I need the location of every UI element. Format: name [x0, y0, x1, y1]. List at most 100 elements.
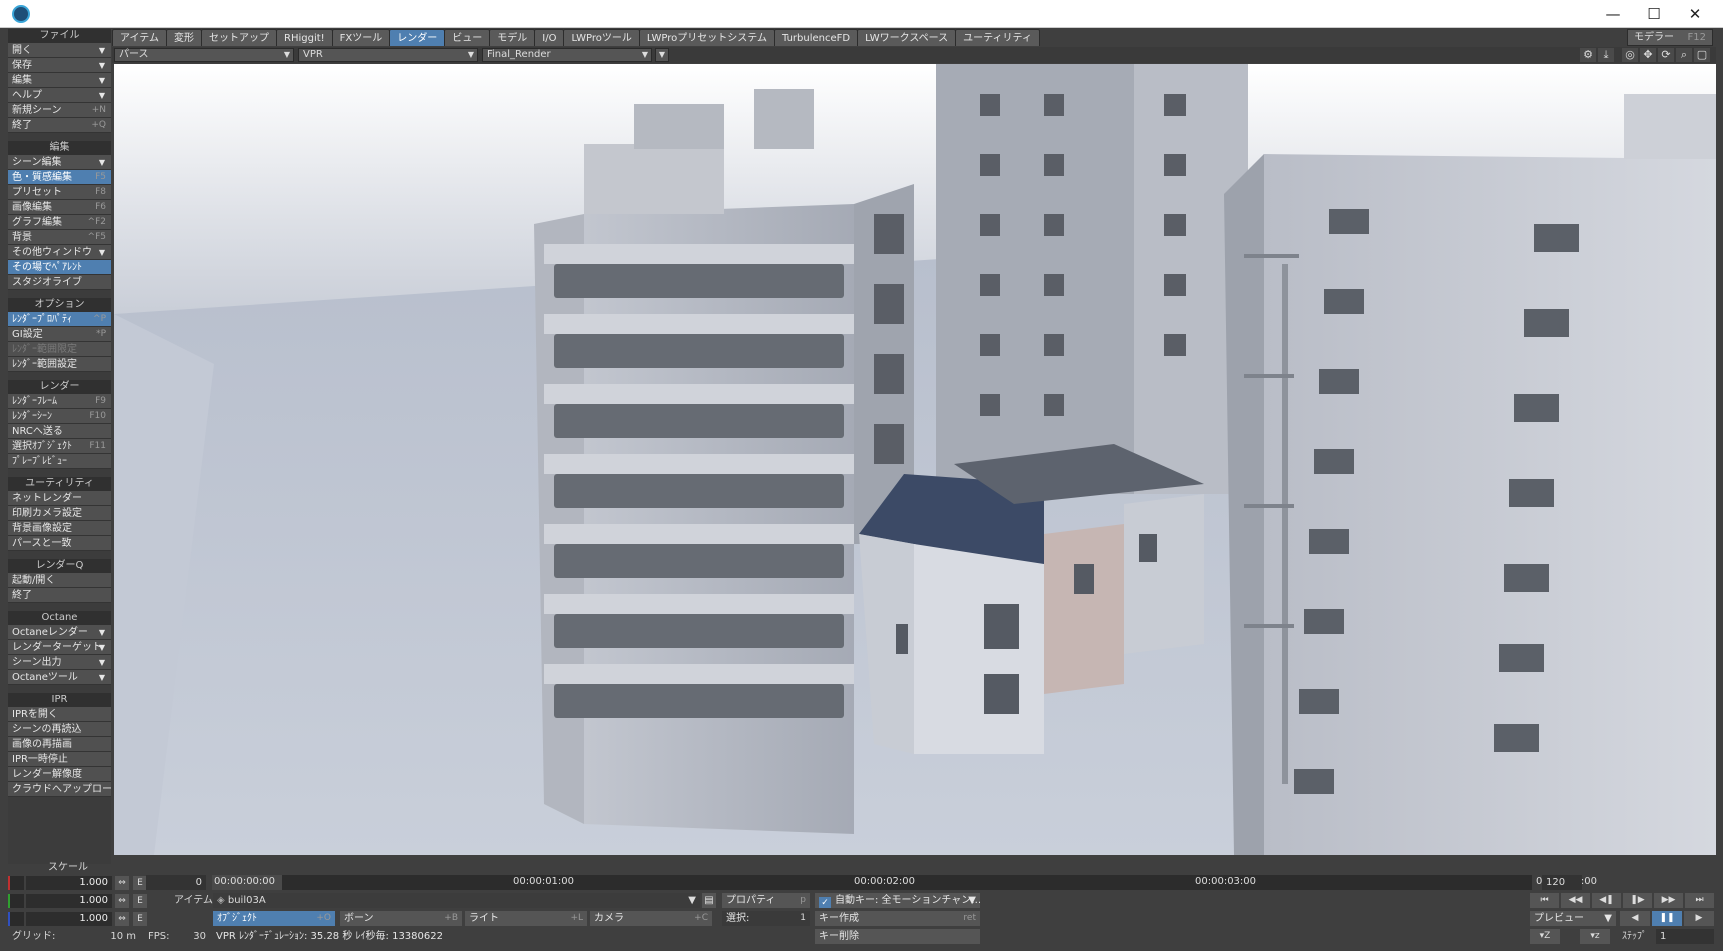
sidebar-item[interactable]: 起動/開く	[8, 573, 111, 588]
sidebar-item[interactable]: 背景 ^F5	[8, 230, 111, 245]
sidebar-item[interactable]: Octaneツール ▼	[8, 670, 111, 685]
rotate-view-icon[interactable]: ⟳	[1658, 48, 1674, 62]
save-icon[interactable]: ⤓	[1598, 48, 1614, 62]
camera-select[interactable]: Final_Render ▼	[482, 48, 652, 62]
sidebar-item[interactable]: シーンの再読込	[8, 722, 111, 737]
sidebar-item[interactable]: ﾚﾝﾀﾞｰ範囲設定	[8, 357, 111, 372]
step-field[interactable]: 1	[1656, 929, 1714, 944]
scale-drag-icon[interactable]: ⇔	[115, 894, 129, 908]
render-mode-select[interactable]: VPR ▼	[298, 48, 478, 62]
sidebar-item[interactable]: ﾚﾝﾀﾞｰ範囲限定	[8, 342, 111, 357]
item-list-icon[interactable]: ▤	[702, 893, 716, 908]
scale-envelope-button[interactable]: E	[133, 912, 147, 926]
create-key-button[interactable]: キー作成 ret	[815, 911, 980, 926]
tab-5[interactable]: レンダー	[389, 29, 446, 46]
key-filter-x-button[interactable]: ▾z	[1580, 929, 1610, 944]
render-viewport[interactable]	[114, 64, 1716, 855]
prev-frame-icon[interactable]: ◀❚	[1592, 893, 1621, 908]
center-icon[interactable]: ◎	[1622, 48, 1638, 62]
next-key-icon[interactable]: ▶▶	[1654, 893, 1683, 908]
sidebar-item[interactable]: 選択ｵﾌﾞｼﾞｪｸﾄ F11	[8, 439, 111, 454]
sidebar-item[interactable]: シーン編集 ▼	[8, 155, 111, 170]
maximize-viewport-icon[interactable]: ▢	[1694, 48, 1710, 62]
prev-key-icon[interactable]: ◀◀	[1561, 893, 1590, 908]
current-item-select[interactable]: ◈ buil03A ▼	[213, 893, 700, 908]
scale-value-field[interactable]: 1.000	[26, 912, 112, 926]
tab-10[interactable]: LWProプリセットシステム	[638, 29, 775, 46]
sidebar-item[interactable]: スタジオライブ	[8, 275, 111, 290]
sidebar-item[interactable]: ﾚﾝﾀﾞｰﾌﾟﾛﾊﾟﾃｨ ^P	[8, 312, 111, 327]
sidebar-item[interactable]: ﾚﾝﾀﾞｰﾌﾚｰﾑ F9	[8, 394, 111, 409]
sidebar-item[interactable]: Octaneレンダー ▼	[8, 625, 111, 640]
sidebar-item[interactable]: 色・質感編集 F5	[8, 170, 111, 185]
pause-button[interactable]: ❚❚	[1652, 911, 1682, 926]
sidebar-item[interactable]: 開く ▼	[8, 43, 111, 58]
go-end-icon[interactable]: ⏭	[1685, 893, 1714, 908]
delete-key-button[interactable]: キー削除	[815, 929, 980, 944]
sidebar-item[interactable]: レンダー解像度	[8, 767, 111, 782]
sidebar-item[interactable]: 印刷カメラ設定	[8, 506, 111, 521]
item-type-button[interactable]: カメラ +C	[590, 911, 712, 926]
scale-drag-icon[interactable]: ⇔	[115, 912, 129, 926]
item-type-button[interactable]: ボーン +B	[340, 911, 462, 926]
sidebar-item[interactable]: 背景画像設定	[8, 521, 111, 536]
sidebar-item[interactable]: 保存 ▼	[8, 58, 111, 73]
item-type-button[interactable]: ｵﾌﾞｼﾞｪｸﾄ +O	[213, 911, 335, 926]
tab-0[interactable]: アイテム	[112, 29, 167, 46]
auto-key-select[interactable]: ✓ 自動キー: 全モーションチャン… ▼	[815, 893, 980, 908]
sidebar-item[interactable]: IPRを開く	[8, 707, 111, 722]
sidebar-item[interactable]: ヘルプ ▼	[8, 88, 111, 103]
play-reverse-button[interactable]: ◀	[1620, 911, 1650, 926]
sidebar-item[interactable]: シーン出力 ▼	[8, 655, 111, 670]
scale-envelope-button[interactable]: E	[133, 876, 147, 890]
frame-end-field[interactable]: 120	[1542, 875, 1582, 890]
sidebar-item[interactable]: 終了 +Q	[8, 118, 111, 133]
sidebar-item[interactable]: その他ウィンドウ ▼	[8, 245, 111, 260]
sidebar-item[interactable]: ﾌﾟﾚｰﾌﾞﾚﾋﾞｭｰ	[8, 454, 111, 469]
tab-11[interactable]: TurbulenceFD	[773, 29, 859, 46]
tab-6[interactable]: ビュー	[444, 29, 491, 46]
tab-8[interactable]: I/O	[534, 29, 565, 46]
modeler-switch-tab[interactable]: モデラー F12	[1627, 29, 1713, 46]
tab-9[interactable]: LWProツール	[563, 29, 640, 46]
tab-2[interactable]: セットアップ	[201, 29, 277, 46]
scale-value-field[interactable]: 1.000	[26, 894, 112, 908]
scale-drag-icon[interactable]: ⇔	[115, 876, 129, 890]
maximize-button[interactable]: ☐	[1632, 0, 1676, 28]
tab-12[interactable]: LWワークスペース	[857, 29, 957, 46]
timeline-ruler[interactable]: 00:00:00:00 00:00:01:00 00:00:02:00 00:00:0…	[212, 875, 1597, 890]
sidebar-item[interactable]: 終了	[8, 588, 111, 603]
view-mode-select[interactable]: パース ▼	[114, 48, 294, 62]
camera-options-button[interactable]: ▼	[655, 48, 669, 62]
move-view-icon[interactable]: ✥	[1640, 48, 1656, 62]
sidebar-item[interactable]: 編集 ▼	[8, 73, 111, 88]
properties-button[interactable]: プロパティ p	[722, 893, 810, 908]
close-button[interactable]: ✕	[1673, 0, 1717, 28]
sidebar-item[interactable]: パースと一致	[8, 536, 111, 551]
minimize-button[interactable]: —	[1591, 0, 1635, 28]
tab-4[interactable]: FXツール	[331, 29, 391, 46]
sidebar-item[interactable]: クラウドへアップロード	[8, 782, 111, 797]
key-filter-z-button[interactable]: ▾Z	[1530, 929, 1560, 944]
sidebar-item[interactable]: レンダーターゲット ▼	[8, 640, 111, 655]
checkbox-checked-icon[interactable]: ✓	[819, 897, 831, 908]
sidebar-item[interactable]: GI設定 *P	[8, 327, 111, 342]
next-frame-icon[interactable]: ❚▶	[1623, 893, 1652, 908]
sidebar-item[interactable]: IPR一時停止	[8, 752, 111, 767]
sidebar-item[interactable]: 画像の再描画	[8, 737, 111, 752]
scale-value-field[interactable]: 1.000	[26, 876, 112, 890]
sidebar-item[interactable]: プリセット F8	[8, 185, 111, 200]
item-type-button[interactable]: ライト +L	[465, 911, 587, 926]
tab-1[interactable]: 変形	[166, 29, 202, 46]
tab-3[interactable]: RHiggit!	[276, 29, 333, 46]
play-button[interactable]: ▶	[1684, 911, 1714, 926]
go-start-icon[interactable]: ⏮	[1530, 893, 1559, 908]
frame-start-field[interactable]: 0	[146, 875, 206, 890]
sidebar-item[interactable]: グラフ編集 ^F2	[8, 215, 111, 230]
sidebar-item[interactable]: その場でﾍﾟｱﾚﾝﾄ	[8, 260, 111, 275]
zoom-icon[interactable]: ⌕	[1676, 48, 1692, 62]
scale-envelope-button[interactable]: E	[133, 894, 147, 908]
sidebar-item[interactable]: NRCへ送る	[8, 424, 111, 439]
sidebar-item[interactable]: 画像編集 F6	[8, 200, 111, 215]
preview-select[interactable]: プレビュー ▼	[1530, 911, 1616, 926]
